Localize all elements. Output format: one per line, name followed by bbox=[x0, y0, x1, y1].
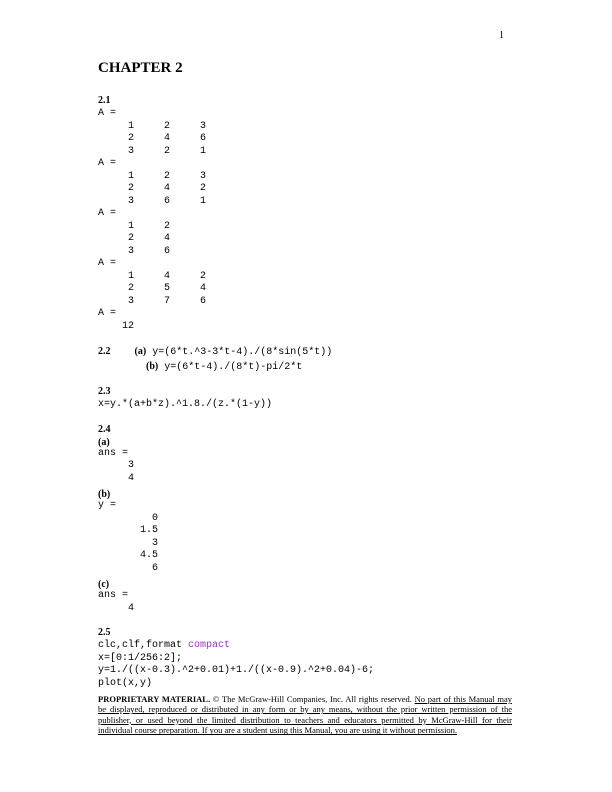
section-2-2: 2.2 (a) y=(6*t.^3-3*t-4)./(8*sin(5*t)) (… bbox=[98, 345, 542, 374]
section-2-3-label: 2.3 bbox=[98, 386, 542, 397]
section-2-4-a-label: (a) bbox=[98, 437, 542, 448]
chapter-title: CHAPTER 2 bbox=[98, 60, 542, 77]
section-2-2-b-prefix: (b) bbox=[146, 361, 158, 372]
section-2-5-label: 2.5 bbox=[98, 627, 542, 638]
section-2-4-b-label: (b) bbox=[98, 489, 542, 500]
page: 1 CHAPTER 2 2.1 A = 1 2 3 2 4 6 3 2 1 A … bbox=[0, 0, 612, 730]
section-2-4-b-output: y = 0 1.5 3 4.5 6 bbox=[98, 500, 542, 575]
section-2-4-c-output: ans = 4 bbox=[98, 590, 542, 615]
section-2-1-output: A = 1 2 3 2 4 6 3 2 1 A = 1 2 3 2 4 2 3 … bbox=[98, 108, 542, 333]
code-line-2: x=[0:1/256:2]; bbox=[98, 653, 182, 664]
section-2-1-label: 2.1 bbox=[98, 95, 542, 106]
section-2-3-expr: x=y.*(a+b*z).^1.8./(z.*(1-y)) bbox=[98, 399, 542, 412]
page-number: 1 bbox=[499, 30, 504, 41]
section-2-2-a-prefix: (a) bbox=[135, 346, 147, 357]
section-2-5-code: clc,clf,format compact x=[0:1/256:2]; y=… bbox=[98, 640, 542, 690]
section-2-2-label: 2.2 bbox=[98, 346, 111, 357]
code-line-1b-keyword: compact bbox=[188, 640, 230, 651]
footer-copyright: © The McGraw-Hill Companies, Inc. All ri… bbox=[210, 694, 415, 704]
code-line-1a: clc,clf,format bbox=[98, 640, 188, 651]
footer-lead: PROPRIETARY MATERIAL. bbox=[98, 694, 210, 704]
footer-proprietary: PROPRIETARY MATERIAL. © The McGraw-Hill … bbox=[98, 694, 512, 737]
section-2-2-b-expr: y=(6*t-4)./(8*t)-pi/2*t bbox=[164, 362, 302, 373]
section-2-2-a-expr: y=(6*t.^3-3*t-4)./(8*sin(5*t)) bbox=[152, 347, 332, 358]
section-2-4-a-output: ans = 3 4 bbox=[98, 448, 542, 486]
section-2-4-label: 2.4 bbox=[98, 424, 542, 435]
code-line-4: plot(x,y) bbox=[98, 678, 152, 689]
section-2-4-c-label: (c) bbox=[98, 579, 542, 590]
code-line-3: y=1./((x-0.3).^2+0.01)+1./((x-0.9).^2+0.… bbox=[98, 665, 374, 676]
